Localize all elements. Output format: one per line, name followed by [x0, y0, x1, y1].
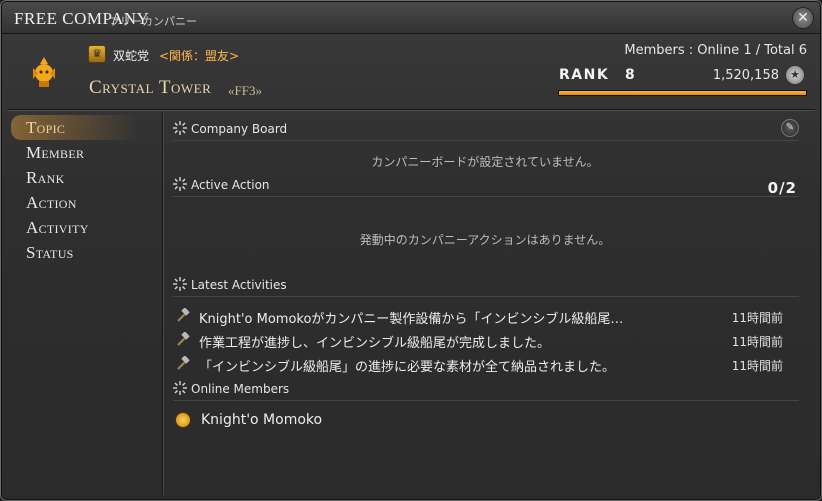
company-tag: «FF3»: [228, 83, 262, 98]
grand-company-name: 双蛇党: [113, 49, 150, 63]
members-count: Members : Online 1 / Total 6: [624, 43, 807, 58]
nav-item-topic[interactable]: Topic: [11, 115, 161, 140]
activity-time: 11時間前: [731, 311, 783, 325]
online-member-row[interactable]: Knight'o Momoko: [175, 410, 575, 432]
active-action-header: Active Action: [173, 177, 799, 197]
edit-pencil-icon[interactable]: ✎: [781, 119, 799, 137]
company-header: ♛ 双蛇党 <関係：盟友> Crystal Tower «FF3» Member…: [15, 41, 807, 107]
company-name: Crystal Tower: [89, 77, 212, 98]
company-board-empty: カンパニーボードが設定されていません。: [371, 155, 599, 169]
active-action-count: 0/2: [767, 179, 797, 197]
company-credits: 1,520,158: [712, 68, 779, 83]
topic-content: Company Board ✎ カンパニーボードが設定されていません。 Acti…: [169, 115, 801, 493]
online-members-title: Online Members: [191, 382, 290, 396]
company-board-title: Company Board: [191, 122, 288, 136]
online-status-icon: [175, 412, 191, 428]
header-divider: [7, 109, 815, 111]
sidebar-nav: Topic Member Rank Action Activity Status: [11, 115, 161, 495]
close-icon[interactable]: ✕: [792, 7, 814, 29]
hammer-icon: [177, 332, 190, 346]
nav-item-rank[interactable]: Rank: [11, 165, 161, 190]
free-company-window: FREE COMPANY フリーカンパニー ✕ ♛ 双蛇党 <関係：盟友> Cr…: [0, 0, 822, 501]
activity-text: Knight'o Momokoがカンパニー製作設備から「インビンシブル級船尾…: [199, 312, 624, 327]
hammer-icon: [177, 356, 190, 370]
hammer-icon: [177, 308, 190, 322]
nav-item-member[interactable]: Member: [11, 140, 161, 165]
sparkle-icon: [173, 121, 187, 135]
activity-text: 「インビンシブル級船尾」の進捗に必要な素材が全て納品されました。: [199, 360, 616, 375]
latest-activities-title: Latest Activities: [191, 278, 287, 292]
rank-progress-fill: [559, 91, 806, 95]
activity-text: 作業工程が進捗し、インビンシブル級船尾が完成しました。: [199, 336, 551, 351]
active-action-empty: 発動中のカンパニーアクションはありません。: [359, 233, 611, 247]
activity-time: 11時間前: [731, 335, 783, 349]
sparkle-icon: [173, 381, 187, 395]
sparkle-icon: [173, 177, 187, 191]
sparkle-icon: [173, 277, 187, 291]
member-name: Knight'o Momoko: [201, 412, 323, 428]
activity-time: 11時間前: [731, 359, 783, 373]
nav-item-action[interactable]: Action: [11, 190, 161, 215]
company-crest-icon: [33, 57, 55, 87]
activity-item[interactable]: 「インビンシブル級船尾」の進捗に必要な素材が全て納品されました。 11時間前: [175, 354, 795, 376]
activity-item[interactable]: 作業工程が進捗し、インビンシブル級船尾が完成しました。 11時間前: [175, 330, 795, 352]
nav-item-status[interactable]: Status: [11, 240, 161, 265]
active-action-title: Active Action: [191, 178, 270, 192]
rank-value: 8: [625, 67, 635, 83]
grand-company-relation: <関係：盟友>: [159, 49, 240, 63]
rank-label: RANK: [559, 67, 610, 83]
rank-progress-bar: [558, 90, 807, 96]
company-credits-icon: ★: [785, 65, 805, 85]
sidebar-divider: [162, 113, 164, 495]
title-bar[interactable]: FREE COMPANY フリーカンパニー ✕: [2, 2, 820, 34]
grand-company-icon: ♛: [88, 45, 106, 63]
nav-item-activity[interactable]: Activity: [11, 215, 161, 240]
online-members-header: Online Members: [173, 381, 799, 401]
company-board-header: Company Board: [173, 121, 799, 141]
window-subtitle: フリーカンパニー: [109, 15, 197, 28]
latest-activities-header: Latest Activities: [173, 277, 799, 297]
activity-item[interactable]: Knight'o Momokoがカンパニー製作設備から「インビンシブル級船尾… …: [175, 306, 795, 328]
